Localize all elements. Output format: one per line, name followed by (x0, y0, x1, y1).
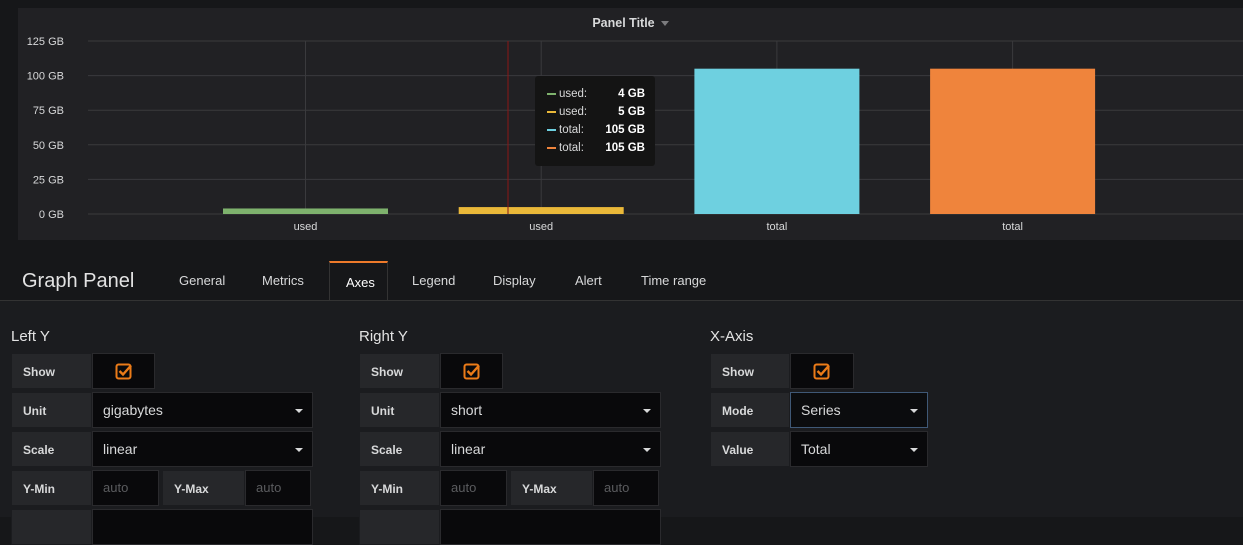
right-y-unit-label: Unit (359, 392, 440, 428)
axes-editor: Left Y Show Unit gigabytes Scale linear … (0, 301, 1243, 545)
y-tick-label: 25 GB (33, 174, 64, 186)
left-y-title: Left Y (11, 328, 50, 345)
tooltip-series-name: used: (559, 106, 588, 118)
left-y-next-label (11, 509, 92, 545)
x-tick-label: used (294, 221, 318, 233)
x-axis-mode-value: Series (801, 402, 841, 418)
checkbox-checked-icon (115, 363, 132, 380)
tooltip-series-name: total: (559, 142, 584, 154)
right-y-title: Right Y (359, 328, 408, 345)
caret-down-icon (643, 448, 651, 452)
editor-title: Graph Panel (22, 270, 135, 292)
right-y-next-field[interactable] (440, 509, 661, 545)
right-y-ymin-input[interactable]: auto (440, 470, 507, 506)
x-axis-show-label: Show (710, 353, 790, 389)
right-y-ymax-input[interactable]: auto (593, 470, 659, 506)
tab-metrics[interactable]: Metrics (246, 261, 322, 301)
chart-tooltip: used: 4 GB used: 5 GB total: 105 GB total: 105 … (535, 76, 655, 166)
caret-down-icon (295, 448, 303, 452)
right-y-show-checkbox[interactable] (440, 353, 503, 389)
tab-general[interactable]: General (163, 261, 239, 301)
x-axis-value-label: Value (710, 431, 790, 467)
x-axis-title: X-Axis (710, 328, 754, 345)
series-swatch (547, 147, 556, 149)
left-y-scale-select[interactable]: linear (92, 431, 313, 467)
x-axis-value-select[interactable]: Total (790, 431, 928, 467)
y-tick-label: 0 GB (39, 209, 64, 221)
right-y-show-label: Show (359, 353, 440, 389)
caret-down-icon (910, 448, 918, 452)
tooltip-row: used: 5 GB (547, 103, 645, 121)
x-axis-mode-label: Mode (710, 392, 790, 428)
bar-used-1[interactable] (458, 207, 624, 214)
left-y-show-checkbox[interactable] (92, 353, 155, 389)
x-tick-label: used (529, 221, 553, 233)
y-tick-label: 125 GB (27, 36, 64, 48)
tooltip-series-value: 105 GB (605, 124, 645, 136)
left-y-ymin-input[interactable]: auto (92, 470, 159, 506)
x-axis-value-value: Total (801, 441, 831, 457)
checkbox-checked-icon (813, 363, 830, 380)
left-y-ymin-label: Y-Min (11, 470, 92, 506)
tooltip-series-value: 105 GB (605, 142, 645, 154)
left-y-ymax-input[interactable]: auto (245, 470, 311, 506)
left-y-unit-value: gigabytes (103, 402, 163, 418)
tooltip-series-name: total: (559, 124, 584, 136)
right-y-scale-label: Scale (359, 431, 440, 467)
tooltip-series-value: 5 GB (618, 106, 645, 118)
tooltip-row: total: 105 GB (547, 139, 645, 157)
checkbox-checked-icon (463, 363, 480, 380)
caret-down-icon (643, 409, 651, 413)
right-y-unit-select[interactable]: short (440, 392, 661, 428)
left-y-scale-value: linear (103, 441, 138, 457)
left-y-show-label: Show (11, 353, 92, 389)
x-axis-show-checkbox[interactable] (790, 353, 854, 389)
y-tick-label: 75 GB (33, 105, 64, 117)
y-tick-label: 100 GB (27, 71, 64, 83)
tooltip-series-value: 4 GB (618, 88, 645, 100)
right-y-ymin-label: Y-Min (359, 470, 440, 506)
tab-display[interactable]: Display (477, 261, 553, 301)
left-y-ymax-label: Y-Max (162, 470, 245, 506)
x-tick-label: total (1002, 221, 1023, 233)
left-y-next-field[interactable] (92, 509, 313, 545)
right-y-ymax-label: Y-Max (510, 470, 593, 506)
right-y-next-label (359, 509, 440, 545)
graph-panel: Panel Title 125 GB 100 GB 75 GB 50 GB 25 GB 0… (18, 8, 1243, 240)
tab-axes[interactable]: Axes (329, 261, 388, 301)
caret-down-icon (295, 409, 303, 413)
tab-time-range[interactable]: Time range (625, 261, 723, 301)
series-swatch (547, 111, 556, 113)
bar-total-3[interactable] (930, 68, 1096, 215)
series-swatch (547, 93, 556, 95)
left-y-scale-label: Scale (11, 431, 92, 467)
bar-used-0[interactable] (223, 208, 388, 214)
left-y-unit-label: Unit (11, 392, 92, 428)
right-y-scale-value: linear (451, 441, 486, 457)
tooltip-series-name: used: (559, 88, 588, 100)
x-tick-label: total (767, 221, 788, 233)
tooltip-row: total: 105 GB (547, 121, 645, 139)
series-swatch (547, 129, 556, 131)
y-tick-label: 50 GB (33, 140, 64, 152)
left-y-unit-select[interactable]: gigabytes (92, 392, 313, 428)
editor-header: Graph Panel General Metrics Axes Legend Disp… (0, 261, 1243, 301)
right-y-scale-select[interactable]: linear (440, 431, 661, 467)
tooltip-row: used: 4 GB (547, 85, 645, 103)
tab-legend[interactable]: Legend (396, 261, 470, 301)
right-y-unit-value: short (451, 402, 483, 418)
x-axis-mode-select[interactable]: Series (790, 392, 928, 428)
caret-down-icon (910, 409, 918, 413)
bar-total-2[interactable] (694, 68, 860, 215)
tab-alert[interactable]: Alert (559, 261, 617, 301)
